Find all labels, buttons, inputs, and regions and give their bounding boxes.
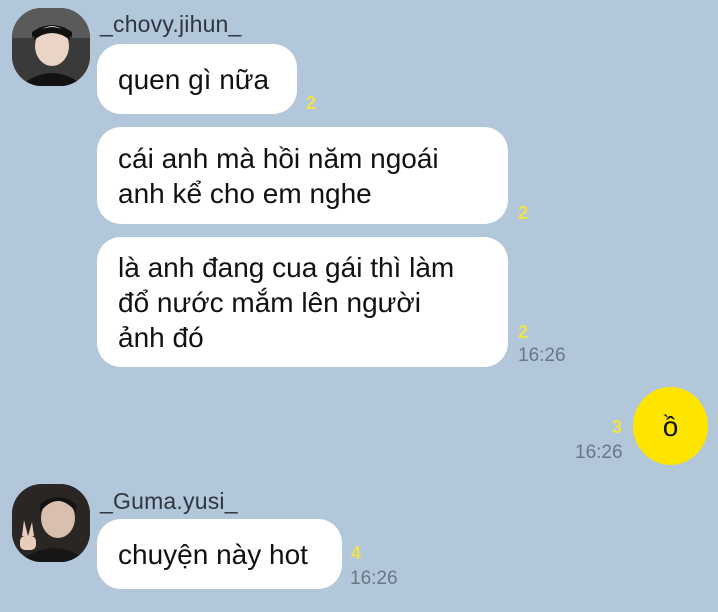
message-bubble[interactable]: quen gì nữa: [97, 44, 297, 114]
sender-name: _chovy.jihun_: [100, 11, 242, 37]
unread-count: 2: [518, 322, 529, 342]
avatar-guma-yusi-icon: [12, 484, 90, 562]
unread-count: 2: [306, 93, 317, 113]
message-bubble[interactable]: là anh đang cua gái thì làm đổ nước mắm …: [97, 237, 508, 367]
avatar-chovy-jihun-icon: [12, 8, 90, 86]
message-timestamp: 16:26: [575, 442, 623, 463]
message-timestamp: 16:26: [350, 568, 398, 589]
avatar[interactable]: [12, 484, 90, 562]
message-bubble[interactable]: chuyện này hot: [97, 519, 342, 589]
message-text: ồ: [662, 410, 679, 442]
message-text: cái anh mà hồi năm ngoái anh kể cho em n…: [118, 142, 439, 209]
sender-name: _Guma.yusi_: [100, 488, 238, 514]
message-timestamp: 16:26: [518, 345, 566, 366]
unread-count: 3: [612, 417, 623, 437]
avatar[interactable]: [12, 8, 90, 86]
my-message-bubble[interactable]: ồ: [633, 387, 708, 465]
message-text: quen gì nữa: [118, 63, 270, 95]
message-bubble[interactable]: cái anh mà hồi năm ngoái anh kể cho em n…: [97, 127, 508, 224]
unread-count: 4: [351, 543, 362, 563]
message-text: là anh đang cua gái thì làm đổ nước mắm …: [118, 251, 455, 353]
message-text: chuyện này hot: [118, 538, 308, 570]
unread-count: 2: [518, 203, 529, 223]
